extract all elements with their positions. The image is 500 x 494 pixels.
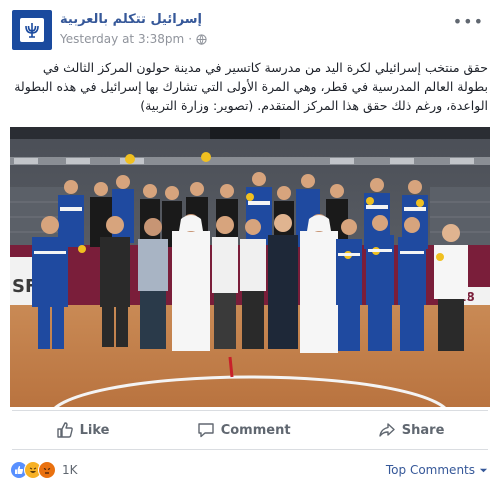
like-button[interactable]: Like (56, 421, 110, 439)
caret-down-icon (479, 468, 488, 472)
post-header: إسرائيل تتكلم بالعربية Yesterday at 3:38… (12, 10, 488, 54)
share-button[interactable]: Share (378, 421, 445, 439)
reactions-bar: 1K Top Comments (10, 458, 488, 482)
share-arrow-icon (379, 423, 395, 437)
menorah-emblem-icon (20, 18, 44, 42)
reaction-count[interactable]: 1K (62, 463, 78, 477)
share-label: Share (401, 422, 445, 438)
post-photo[interactable]: SF W 18 (10, 127, 490, 407)
post-actions-bar: Like Comment Share (12, 410, 488, 450)
comment-bubble-icon (197, 423, 214, 438)
more-options-icon[interactable]: ••• (453, 12, 484, 31)
reaction-icons-group[interactable] (10, 461, 56, 479)
like-label: Like (79, 422, 110, 438)
comment-button[interactable]: Comment (197, 421, 291, 439)
thumbs-up-icon (56, 422, 73, 438)
globe-icon (196, 33, 207, 45)
angry-icon (38, 461, 56, 479)
post-timestamp[interactable]: Yesterday at 3:38pm (60, 32, 184, 46)
top-comments-label: Top Comments (385, 463, 475, 477)
top-comments-dropdown[interactable]: Top Comments (386, 463, 488, 477)
comment-label: Comment (220, 422, 291, 438)
page-avatar[interactable] (12, 10, 52, 50)
post-text: حقق منتخب إسرائيلي لكرة اليد من مدرسة كا… (14, 60, 488, 113)
post-meta: Yesterday at 3:38pm · (60, 32, 207, 46)
page-name-link[interactable]: إسرائيل تتكلم بالعربية (60, 12, 202, 27)
team-photo-illustration: SF W 18 (10, 127, 490, 407)
